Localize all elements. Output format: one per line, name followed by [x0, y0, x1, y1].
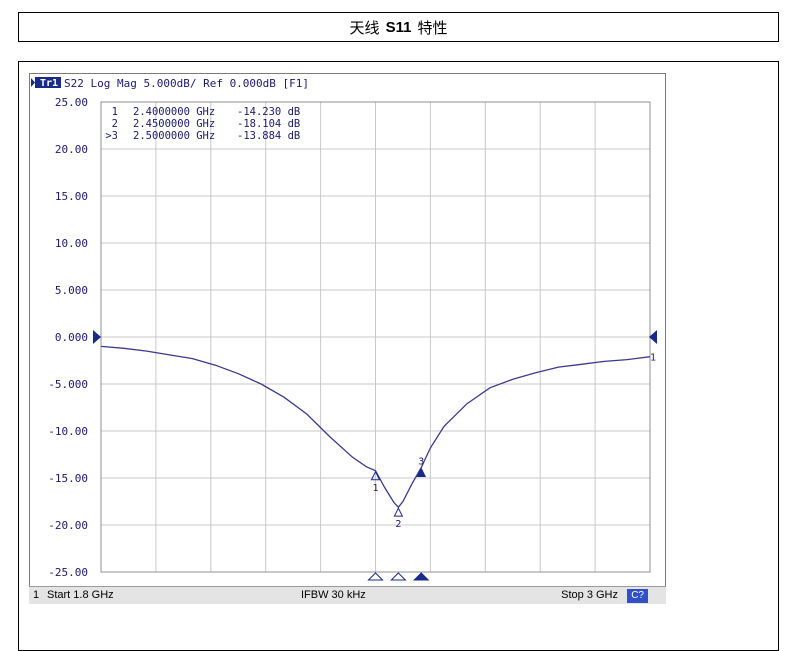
trace-marker: [393, 507, 404, 517]
ifbw-label: IFBW 30 kHz: [301, 589, 366, 601]
trace-header: S22 Log Mag 5.000dB/ Ref 0.000dB [F1]: [64, 77, 309, 90]
y-tick-label: 10.00: [55, 237, 88, 250]
stop-frequency: Stop 3 GHz: [561, 589, 618, 601]
s-parameter-chart: 25.00 20.00 15.00 10.00 5.000 0.000 -5.000 -10.…: [31, 77, 657, 581]
start-frequency: Start 1.8 GHz: [47, 589, 114, 601]
bottom-marker-indicator: [413, 572, 430, 581]
channel-badge[interactable]: C?: [627, 589, 648, 603]
y-tick-label: -20.00: [48, 519, 88, 532]
marker-readout-value: -14.230 dB: [237, 106, 300, 118]
marker-readout-label: >3: [105, 130, 118, 142]
trace-active-arrow: [31, 78, 35, 87]
marker-readout-label: 1: [112, 106, 118, 118]
channel-number: 1: [33, 589, 40, 601]
y-tick-label: -25.00: [48, 566, 88, 579]
marker-readout-value: -18.104 dB: [237, 118, 300, 130]
trace-marker-label: 1: [372, 483, 378, 494]
y-tick-label: -10.00: [48, 425, 88, 438]
y-tick-label: 20.00: [55, 143, 88, 156]
y-tick-label: 25.00: [55, 96, 88, 109]
y-tick-label: 15.00: [55, 190, 88, 203]
marker-readout-freq: 2.4500000 GHz: [133, 118, 215, 130]
bottom-marker-indicator: [390, 572, 407, 581]
y-tick-label: 0.000: [55, 331, 88, 344]
bottom-marker-indicator: [367, 572, 384, 581]
ref-arrow-left: [93, 330, 101, 344]
trace-marker-label: 3: [418, 457, 424, 468]
trace-marker-label: 2: [395, 519, 401, 530]
y-tick-label: -5.000: [48, 378, 88, 391]
status-bar: 1 Start 1.8 GHz IFBW 30 kHz Stop 3 GHz C…: [29, 586, 666, 604]
marker-readout-label: 2: [112, 118, 118, 130]
marker-readout-freq: 2.4000000 GHz: [133, 106, 215, 118]
y-tick-label: 5.000: [55, 284, 88, 297]
y-tick-label: -15.00: [48, 472, 88, 485]
marker-readout-freq: 2.5000000 GHz: [133, 130, 215, 142]
trace-tag: Tr1: [40, 78, 58, 89]
trace-end-label: 1: [650, 353, 656, 364]
marker-readout-value: -13.884 dB: [237, 130, 300, 142]
